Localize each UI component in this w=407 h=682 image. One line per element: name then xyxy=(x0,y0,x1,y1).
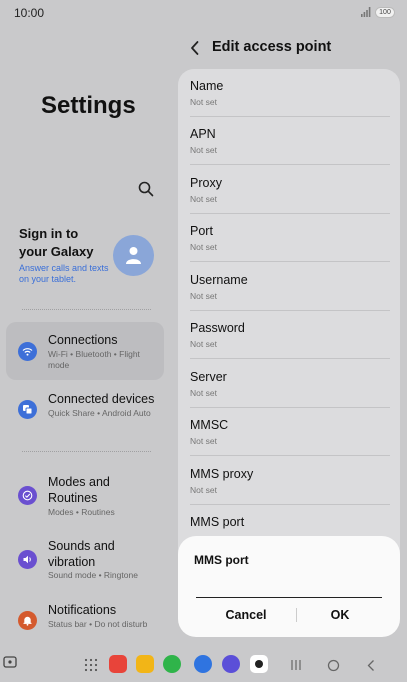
avatar[interactable] xyxy=(113,235,154,276)
settings-title: Settings xyxy=(41,92,136,119)
mms-port-input[interactable] xyxy=(196,578,382,598)
internet-icon[interactable] xyxy=(222,655,240,673)
home-icon[interactable] xyxy=(327,659,340,672)
field-label: Proxy xyxy=(190,176,222,190)
messages-icon[interactable] xyxy=(194,655,212,673)
account-title: Sign in to your Galaxy xyxy=(19,226,94,259)
field-value: Not set xyxy=(190,145,217,155)
ap-field-port[interactable]: Port Not set xyxy=(190,214,390,262)
field-value: Not set xyxy=(190,194,217,204)
apps-grid-icon[interactable] xyxy=(84,658,98,672)
field-label: Server xyxy=(190,370,227,384)
devices-icon xyxy=(18,400,37,419)
status-time: 10:00 xyxy=(14,6,45,20)
phone-icon[interactable] xyxy=(163,655,181,673)
ap-field-apn[interactable]: APN Not set xyxy=(190,117,390,165)
ap-field-username[interactable]: Username Not set xyxy=(190,263,390,311)
field-value: Not set xyxy=(190,97,217,107)
check-circle-icon xyxy=(18,486,37,505)
access-point-list: Name Not set APN Not set Proxy Not set P… xyxy=(178,69,400,569)
search-icon[interactable] xyxy=(137,180,155,198)
menu-item-modes-routines[interactable]: Modes and Routines Modes • Routines xyxy=(6,468,164,522)
my-files-icon[interactable] xyxy=(136,655,154,673)
divider xyxy=(22,451,151,452)
field-value: Not set xyxy=(190,339,217,349)
ap-field-proxy[interactable]: Proxy Not set xyxy=(190,166,390,214)
field-label: MMSC xyxy=(190,418,229,432)
menu-item-connections[interactable]: Connections Wi-Fi • Bluetooth • Flight m… xyxy=(6,322,164,380)
field-value: Not set xyxy=(190,436,217,446)
row-divider xyxy=(190,164,390,165)
signal-icon xyxy=(361,7,371,17)
dialog-title: MMS port xyxy=(194,553,249,567)
row-divider xyxy=(190,358,390,359)
ap-field-server[interactable]: Server Not set xyxy=(190,360,390,408)
field-value: Not set xyxy=(190,291,217,301)
menu-item-label: Connected devices xyxy=(48,392,155,406)
field-label: Name xyxy=(190,79,224,93)
recents-icon[interactable] xyxy=(290,659,302,671)
back-nav-icon[interactable] xyxy=(366,659,376,672)
menu-item-sub: Sound mode • Ringtone xyxy=(48,570,138,580)
taskbar-edge-icon[interactable] xyxy=(3,656,17,670)
field-label: Password xyxy=(190,321,245,335)
battery-indicator: 100 xyxy=(375,7,395,18)
menu-item-label: Modes and Routines xyxy=(48,475,110,505)
ap-field-password[interactable]: Password Not set xyxy=(190,311,390,359)
field-value: Not set xyxy=(190,242,217,252)
ok-button[interactable]: OK xyxy=(292,604,388,626)
menu-item-label: Sounds and vibration xyxy=(48,539,115,569)
cancel-button[interactable]: Cancel xyxy=(198,604,294,626)
speaker-icon xyxy=(18,550,37,569)
camera-icon[interactable] xyxy=(250,655,268,673)
field-value: Not set xyxy=(190,485,217,495)
menu-item-sub: Wi-Fi • Bluetooth • Flight mode xyxy=(48,349,140,370)
divider xyxy=(22,309,151,310)
row-divider xyxy=(190,261,390,262)
field-label: APN xyxy=(190,127,216,141)
menu-item-connected-devices[interactable]: Connected devices Quick Share • Android … xyxy=(6,384,164,436)
person-icon xyxy=(126,247,141,264)
field-value: Not set xyxy=(190,388,217,398)
field-label: Username xyxy=(190,273,248,287)
page-title: Edit access point xyxy=(212,39,332,55)
menu-item-sounds-vibration[interactable]: Sounds and vibration Sound mode • Ringto… xyxy=(6,532,164,586)
ap-field-name[interactable]: Name Not set xyxy=(190,69,390,117)
menu-item-sub: Quick Share • Android Auto xyxy=(48,408,151,418)
row-divider xyxy=(190,455,390,456)
taskbar xyxy=(0,650,407,682)
ap-field-mms-proxy[interactable]: MMS proxy Not set xyxy=(190,457,390,505)
field-label: MMS port xyxy=(190,515,245,529)
bell-icon xyxy=(18,611,37,630)
field-label: MMS proxy xyxy=(190,467,254,481)
samsung-notes-icon[interactable] xyxy=(109,655,127,673)
menu-item-sub: Modes • Routines xyxy=(48,507,115,517)
mms-port-dialog: MMS port Cancel OK xyxy=(178,536,400,637)
wifi-icon xyxy=(18,342,37,361)
menu-item-label: Connections xyxy=(48,333,118,347)
menu-item-sub: Status bar • Do not disturb xyxy=(48,619,148,629)
menu-item-notifications[interactable]: Notifications Status bar • Do not distur… xyxy=(6,597,164,647)
back-arrow-icon[interactable] xyxy=(188,40,202,56)
field-label: Port xyxy=(190,224,213,238)
status-bar: 10:00 100 xyxy=(0,0,407,24)
ap-field-mmsc[interactable]: MMSC Not set xyxy=(190,408,390,456)
account-subtitle: Answer calls and texts on your tablet. xyxy=(19,263,109,284)
menu-item-label: Notifications xyxy=(48,603,117,617)
